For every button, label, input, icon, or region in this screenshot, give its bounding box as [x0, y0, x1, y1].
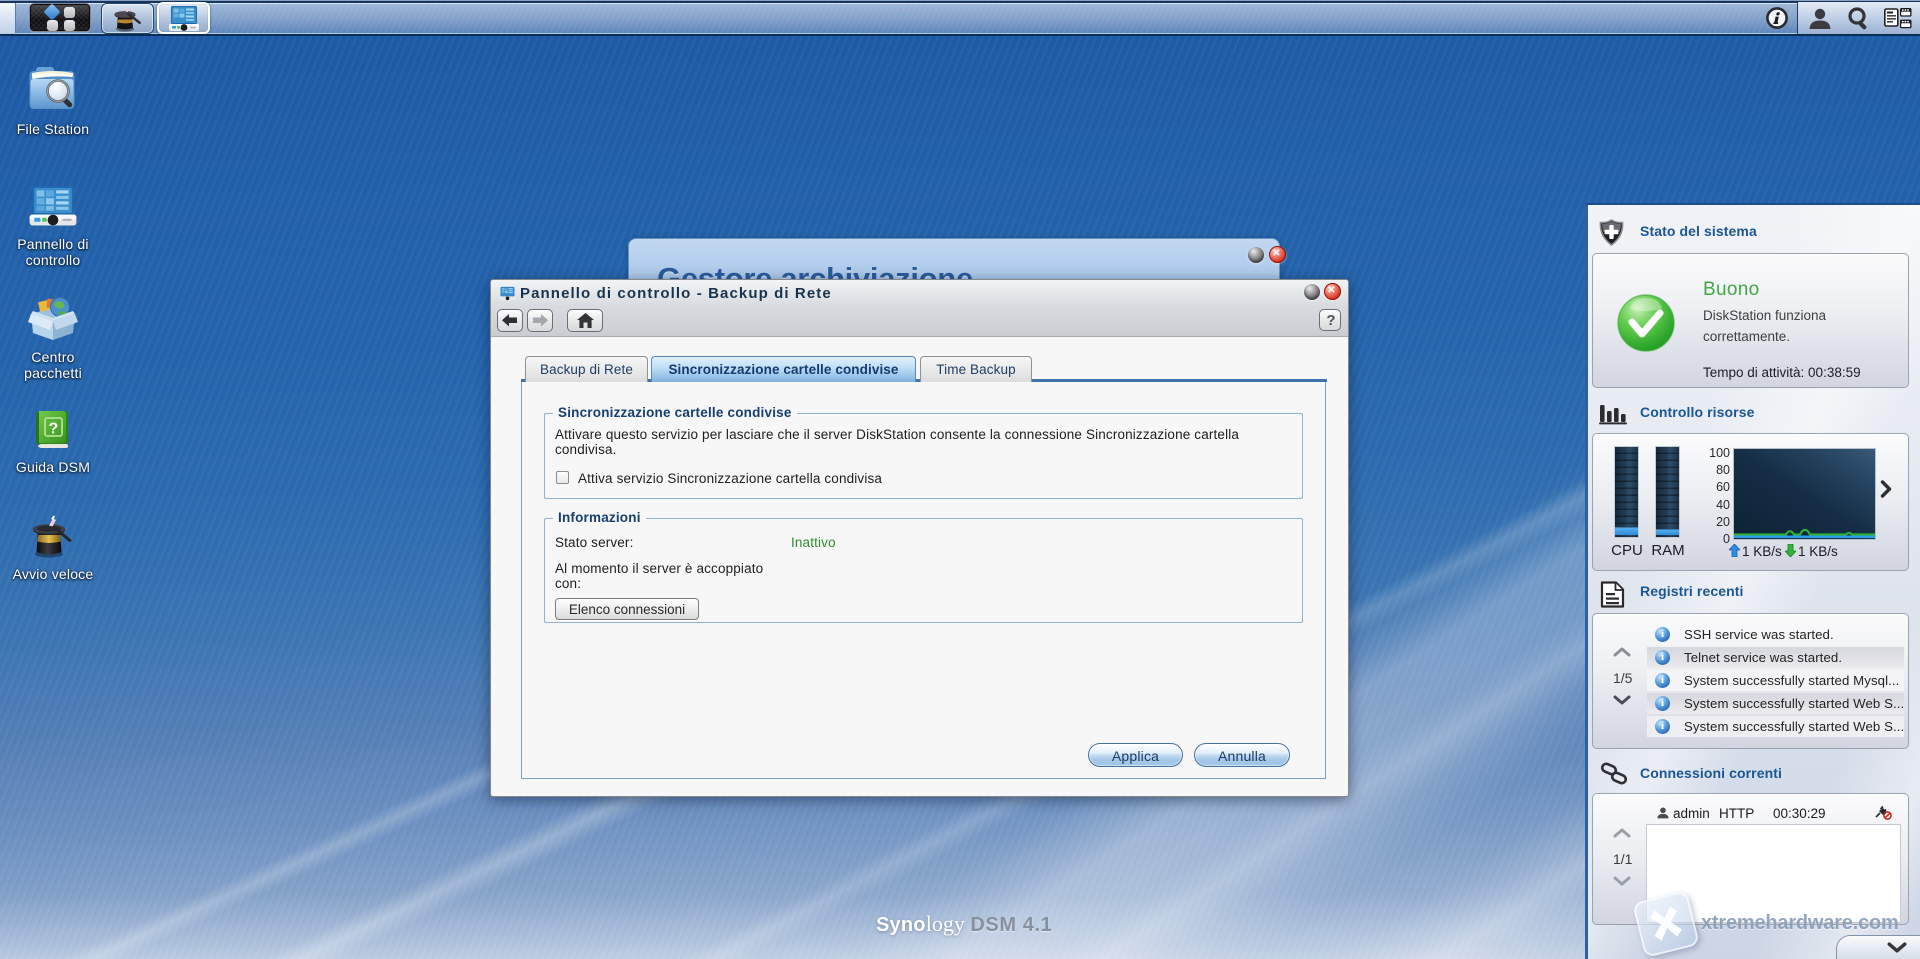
svg-text:?: ? — [49, 421, 59, 438]
